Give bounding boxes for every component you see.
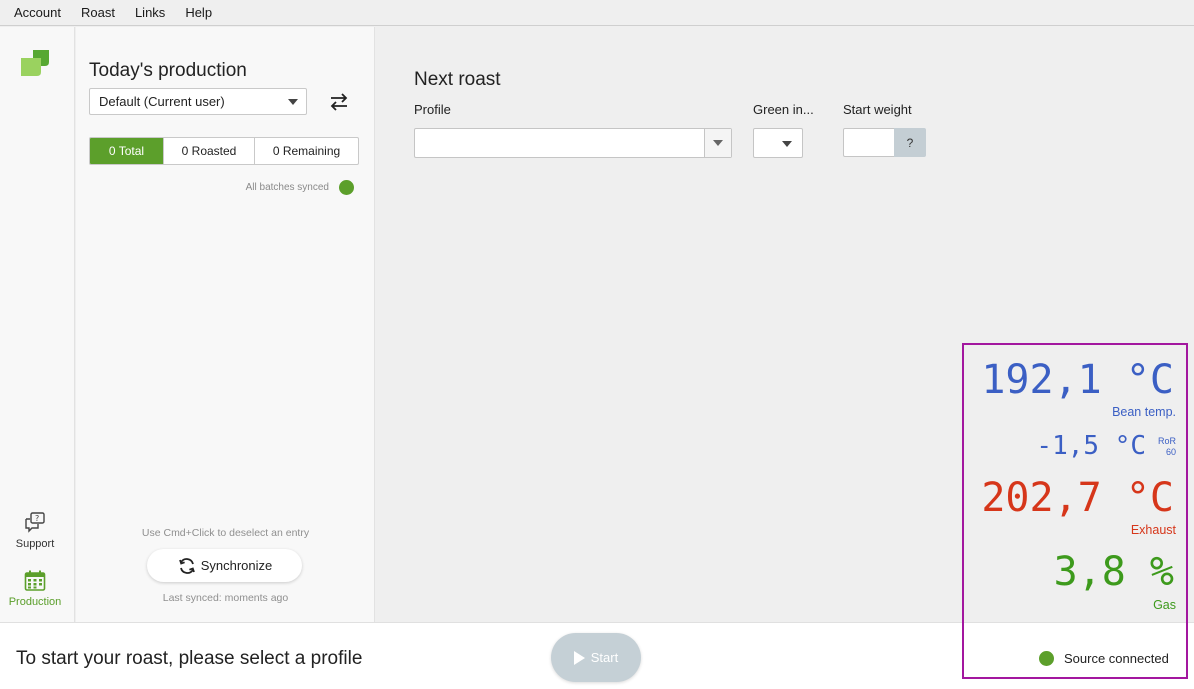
- left-nav: ? Support Production: [0, 27, 75, 622]
- start-button-label: Start: [590, 650, 619, 665]
- tab-remaining[interactable]: 0 Remaining: [255, 138, 358, 164]
- exhaust-value: 202,7 °C: [981, 475, 1174, 521]
- nav-support-label: Support: [15, 538, 55, 550]
- synchronize-label: Synchronize: [200, 558, 273, 573]
- deselect-hint: Use Cmd+Click to deselect an entry: [141, 527, 310, 539]
- nav-production-label: Production: [8, 596, 62, 608]
- ror-unit-label: RoR 60: [1158, 436, 1176, 458]
- user-select[interactable]: Default (Current user): [89, 88, 307, 115]
- tab-total[interactable]: 0 Total: [90, 138, 164, 164]
- green-label: Green in...: [753, 102, 814, 117]
- bean-temp-label: Bean temp.: [1112, 405, 1176, 419]
- bean-temp-value: 192,1 °C: [981, 357, 1174, 403]
- green-select[interactable]: [753, 128, 803, 158]
- profile-combobox[interactable]: [414, 128, 732, 158]
- nav-production[interactable]: Production: [0, 570, 70, 608]
- profile-dropdown-button[interactable]: [704, 129, 731, 157]
- menu-account[interactable]: Account: [6, 5, 69, 20]
- start-instruction: To start your roast, please select a pro…: [16, 648, 363, 669]
- chevron-down-icon: [713, 140, 723, 146]
- swap-icon[interactable]: [328, 91, 350, 113]
- menu-links[interactable]: Links: [127, 5, 173, 20]
- refresh-icon: [178, 557, 195, 574]
- start-weight-help-button[interactable]: ?: [894, 128, 926, 157]
- svg-text:?: ?: [35, 514, 39, 523]
- production-title: Today's production: [89, 60, 247, 81]
- start-button[interactable]: Start: [551, 633, 641, 682]
- batch-filter-tabs: 0 Total 0 Roasted 0 Remaining: [89, 137, 359, 165]
- menu-help[interactable]: Help: [177, 5, 220, 20]
- ror-interval: 60: [1165, 447, 1176, 457]
- sync-status-text: All batches synced: [245, 182, 329, 193]
- support-icon: ?: [25, 512, 45, 533]
- last-synced-text: Last synced: moments ago: [162, 592, 289, 604]
- ror-label: RoR: [1157, 436, 1176, 446]
- exhaust-label: Exhaust: [1130, 523, 1176, 537]
- production-panel: Today's production Default (Current user…: [76, 27, 375, 622]
- synchronize-button[interactable]: Synchronize: [147, 549, 302, 582]
- user-select-value: Default (Current user): [99, 94, 225, 109]
- ror-value: -1,5 °C: [1036, 431, 1146, 461]
- play-icon: [573, 650, 585, 665]
- tab-roasted[interactable]: 0 Roasted: [164, 138, 255, 164]
- menu-roast[interactable]: Roast: [73, 5, 123, 20]
- calendar-icon: [24, 570, 46, 591]
- sync-status-dot: [339, 180, 354, 195]
- chevron-down-icon: [782, 141, 792, 147]
- gas-label: Gas: [1153, 598, 1176, 612]
- start-weight-input[interactable]: [843, 128, 895, 157]
- app-logo-icon: [21, 50, 49, 76]
- profile-label: Profile: [414, 102, 451, 117]
- gas-value: 3,8 %: [1053, 549, 1174, 595]
- chevron-down-icon: [288, 99, 298, 105]
- menu-bar: Account Roast Links Help: [0, 0, 1194, 26]
- start-weight-label: Start weight: [843, 102, 912, 117]
- next-roast-title: Next roast: [414, 69, 501, 90]
- nav-support[interactable]: ? Support: [0, 512, 70, 550]
- sensor-readouts: 192,1 °C Bean temp. -1,5 °C RoR 60 202,7…: [962, 343, 1188, 679]
